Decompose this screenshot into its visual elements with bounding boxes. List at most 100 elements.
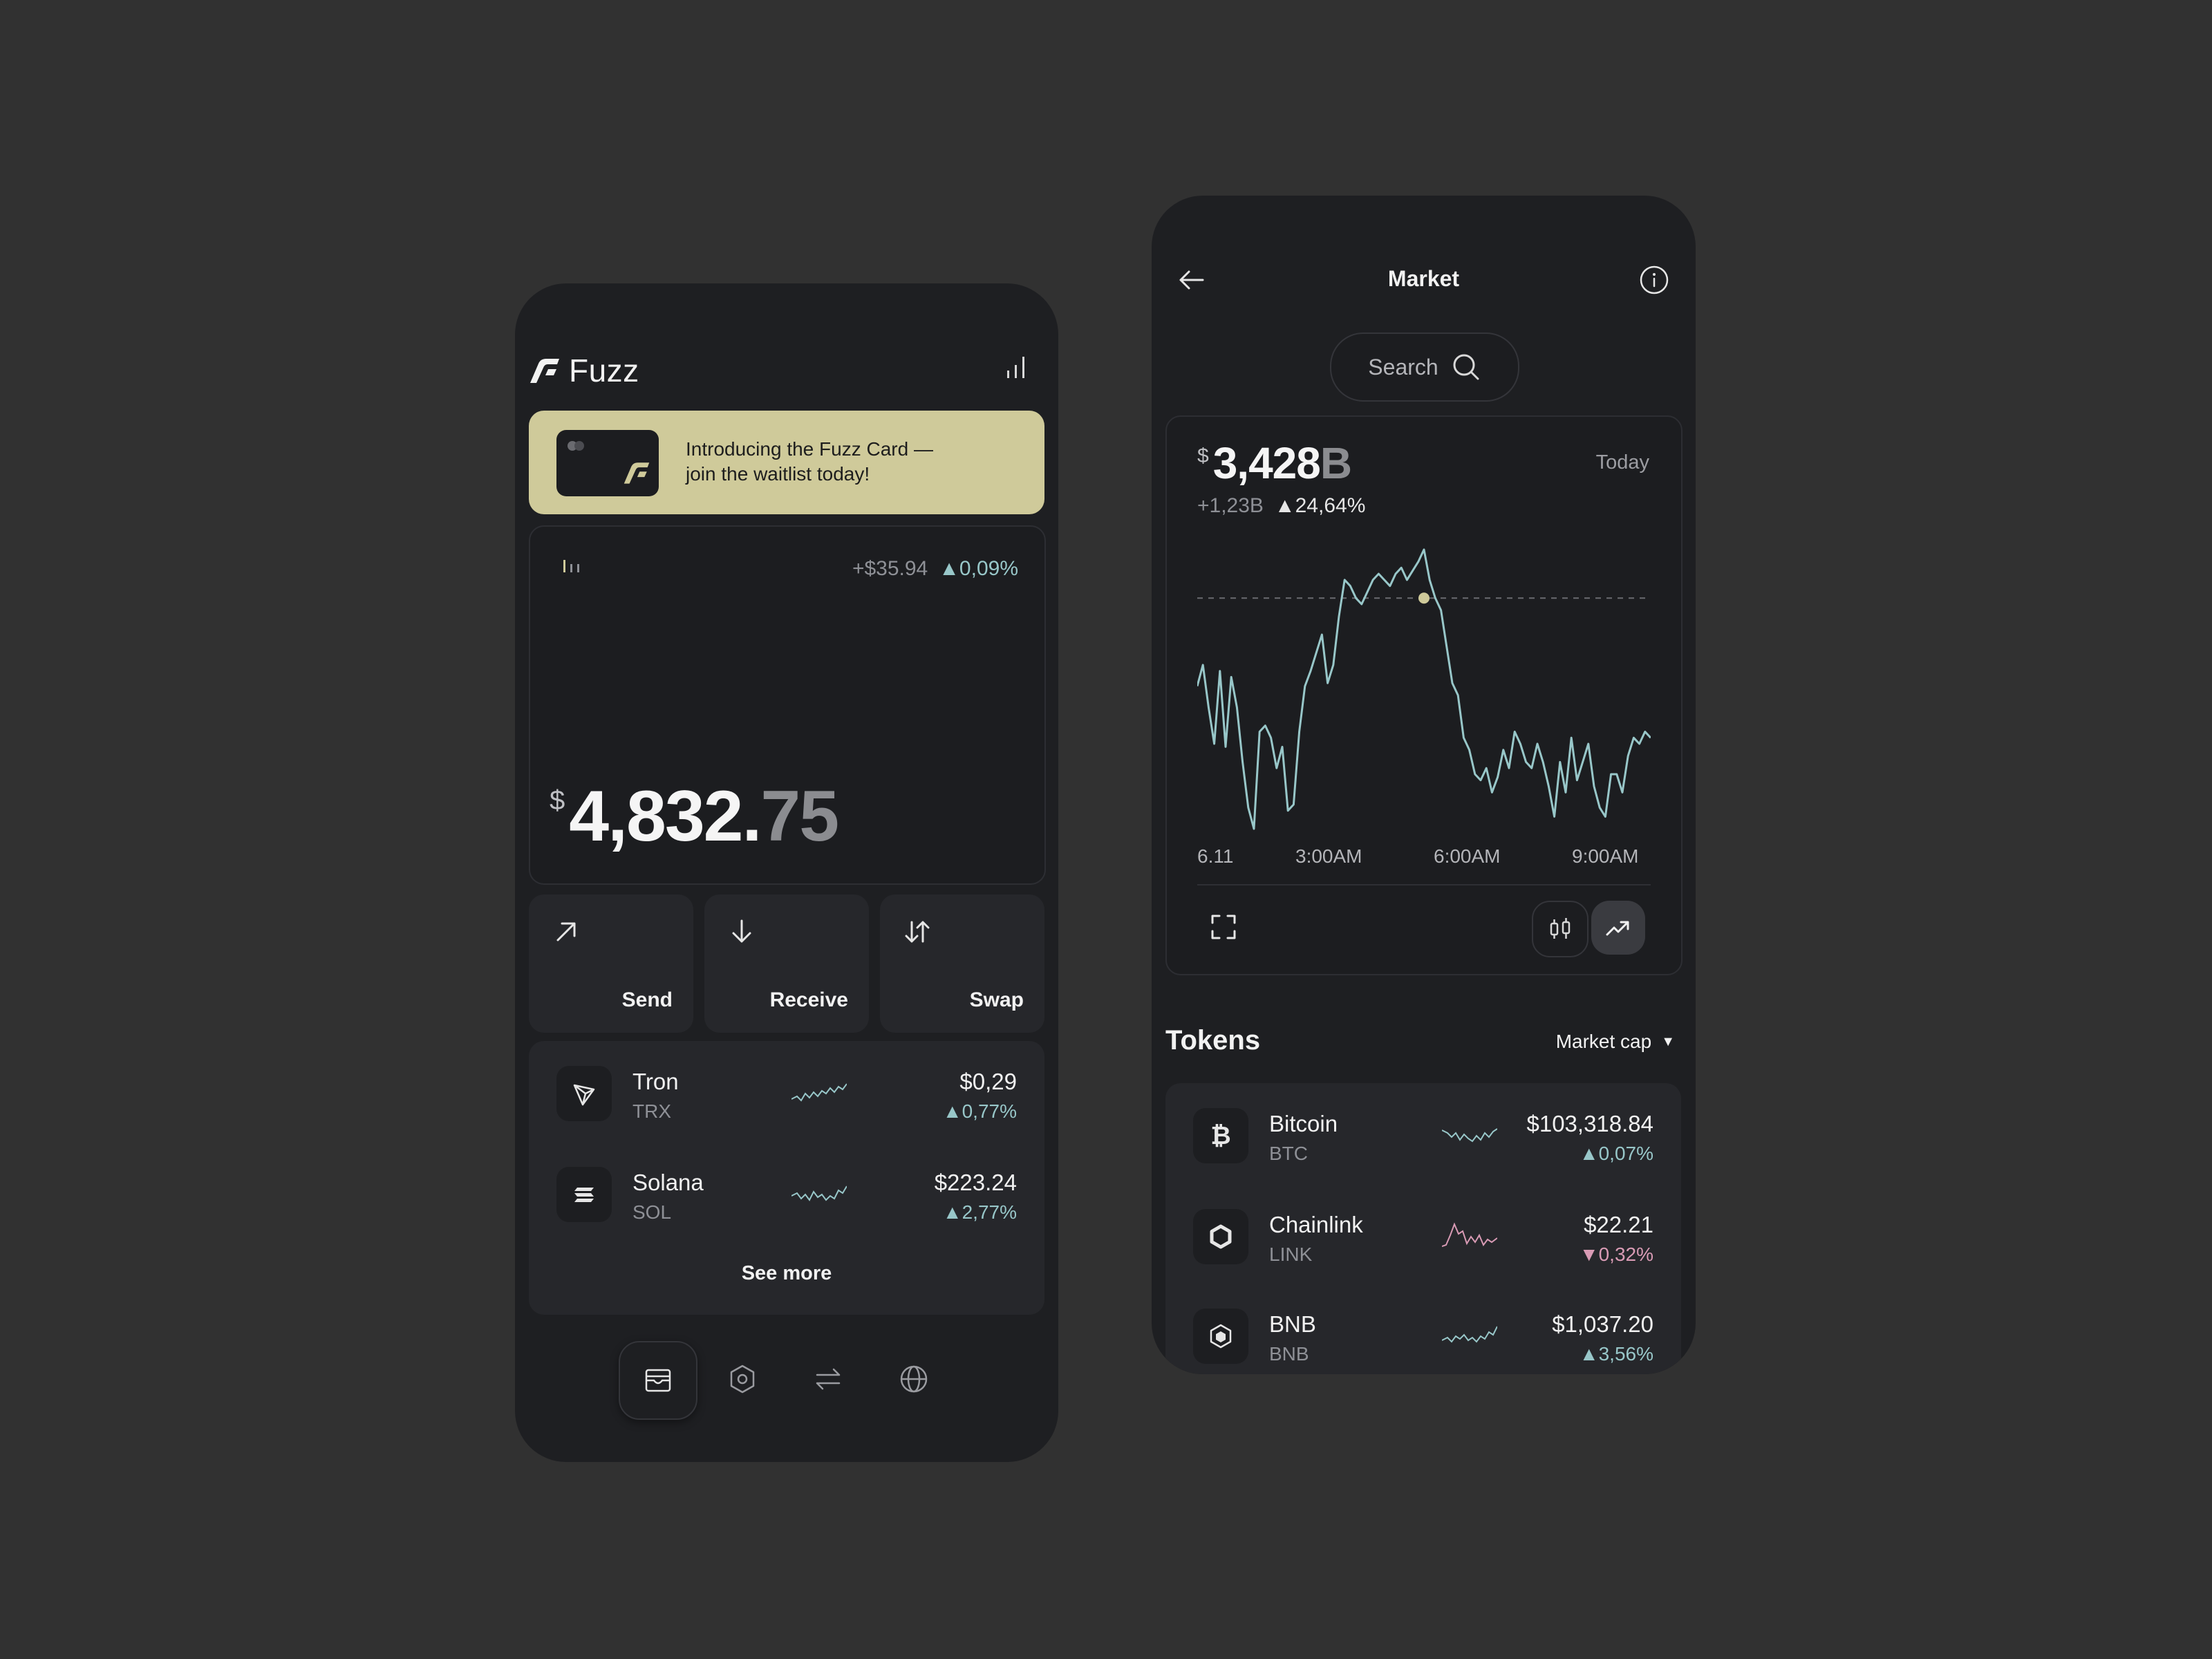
search-button[interactable]: Search [1330, 332, 1519, 402]
token-change: ▲2,77% [942, 1201, 1017, 1223]
wallet-token-list: Tron TRX $0,29 ▲0,77% Solana SOL $223.24… [529, 1041, 1044, 1315]
swap-vertical-icon [905, 921, 930, 943]
market-change-abs: +1,23B [1197, 494, 1264, 517]
x-tick-label: 6.11 [1197, 845, 1234, 867]
search-label: Search [1368, 354, 1438, 379]
token-price: $22.21 [1584, 1212, 1653, 1237]
x-tick-label: 3:00AM [1295, 845, 1362, 867]
trending-up-icon [1606, 921, 1629, 936]
balance-panel: +$35.94 ▲0,09% $ 4,832. 75 [529, 525, 1046, 885]
fuzz-card-promo-banner[interactable]: Introducing the Fuzz Card — join the wai… [529, 411, 1044, 514]
token-change: ▲3,56% [1579, 1343, 1653, 1365]
market-cap-value: $ 3,428 B [1197, 438, 1352, 489]
nav-swap[interactable] [790, 1341, 866, 1417]
sort-label: Market cap [1555, 1031, 1652, 1052]
fuzz-card-image [556, 430, 659, 496]
line-chart-toggle[interactable] [1591, 901, 1645, 955]
token-name: BNB [1269, 1311, 1316, 1337]
market-token-list: ₿ Bitcoin BTC $103,318.84 ▲0,07% Chainli… [1165, 1083, 1681, 1374]
receive-button[interactable]: Receive [704, 894, 869, 1033]
nav-globe[interactable] [876, 1341, 952, 1417]
solana-icon [556, 1167, 612, 1222]
token-name: Solana [632, 1170, 704, 1195]
swap-icon [816, 1368, 841, 1390]
token-name: Chainlink [1269, 1212, 1363, 1237]
bitcoin-icon: ₿ [1193, 1108, 1248, 1163]
period-label[interactable]: Today [1596, 451, 1649, 474]
token-symbol: TRX [632, 1100, 671, 1122]
see-more-link[interactable]: See more [529, 1262, 1044, 1285]
token-price: $103,318.84 [1526, 1111, 1653, 1136]
token-row-solana[interactable]: Solana SOL $223.24 ▲2,77% [529, 1142, 1044, 1239]
market-line-chart[interactable] [1197, 541, 1651, 845]
brand[interactable]: Fuzz [529, 350, 639, 391]
candlestick-toggle[interactable] [1532, 901, 1588, 957]
highlight-point [1418, 592, 1430, 604]
market-value-suffix: B [1320, 438, 1353, 488]
fuzz-logo-icon [530, 359, 559, 383]
balance-decimals: 75 [760, 776, 839, 856]
info-icon[interactable] [1638, 263, 1671, 297]
page-title: Market [1387, 266, 1460, 291]
balance-currency: $ [550, 785, 565, 816]
token-symbol: BNB [1269, 1343, 1309, 1365]
wallet-screen: Fuzz Introducing the Fuzz Card — join th… [515, 283, 1058, 1462]
market-value-number: 3,428 [1212, 438, 1321, 488]
token-price: $1,037.20 [1552, 1311, 1653, 1337]
sparkline-trx [791, 1083, 847, 1102]
sparkline-btc [1442, 1128, 1497, 1143]
market-change: +1,23B ▲24,64% [1197, 494, 1365, 518]
token-symbol: BTC [1269, 1143, 1308, 1164]
token-row-tron[interactable]: Tron TRX $0,29 ▲0,77% [529, 1041, 1044, 1138]
token-row-bnb[interactable]: BNB BNB $1,037.20 ▲3,56% [1165, 1284, 1681, 1374]
arrow-up-right-icon [556, 922, 576, 941]
bnb-icon [1193, 1309, 1248, 1364]
balance-change: +$35.94 ▲0,09% [852, 557, 1018, 581]
market-currency: $ [1197, 444, 1209, 467]
token-change: ▲0,07% [1579, 1143, 1653, 1164]
stats-icon[interactable] [1003, 353, 1031, 380]
token-row-chainlink[interactable]: Chainlink LINK $22.21 ▼0,32% [1165, 1184, 1681, 1281]
candlestick-icon [1550, 918, 1571, 939]
balance-integer: 4,832. [569, 776, 762, 856]
swap-button[interactable]: Swap [880, 894, 1044, 1033]
token-change: ▼0,32% [1579, 1244, 1653, 1265]
receive-label: Receive [769, 988, 848, 1011]
token-price: $223.24 [934, 1170, 1017, 1195]
divider [1197, 884, 1651, 885]
promo-line-2: join the waitlist today! [686, 463, 870, 485]
series-line [1197, 548, 1651, 830]
send-label: Send [621, 988, 673, 1011]
market-chart-panel: $ 3,428 B Today +1,23B ▲24,64% 6.11 3:00… [1165, 415, 1683, 975]
nav-wallet[interactable] [619, 1341, 697, 1420]
chainlink-icon [1193, 1209, 1248, 1264]
total-balance: $ 4,832. 75 [550, 776, 839, 858]
token-row-bitcoin[interactable]: ₿ Bitcoin BTC $103,318.84 ▲0,07% [1165, 1083, 1681, 1180]
sparkline-bnb [1442, 1326, 1497, 1343]
hexagon-icon [730, 1365, 755, 1394]
balance-delta-amount: +$35.94 [852, 557, 928, 580]
fullscreen-icon[interactable] [1208, 912, 1239, 942]
market-change-percent: ▲24,64% [1274, 494, 1366, 517]
token-symbol: SOL [632, 1201, 672, 1223]
sparkline-sol [791, 1185, 847, 1201]
token-price: $0,29 [959, 1069, 1017, 1094]
arrow-down-icon [732, 919, 751, 943]
card-chip-icon [568, 441, 584, 451]
brand-name: Fuzz [569, 353, 639, 388]
x-tick-label: 9:00AM [1572, 845, 1639, 867]
send-button[interactable]: Send [529, 894, 693, 1033]
token-name: Bitcoin [1269, 1111, 1338, 1136]
search-icon [1453, 354, 1479, 380]
nav-hexagon[interactable] [704, 1341, 780, 1417]
sort-dropdown[interactable]: Market cap ▼ [1556, 1031, 1675, 1053]
token-symbol: LINK [1269, 1244, 1313, 1265]
card-logo-icon [624, 462, 650, 484]
market-screen: Market Search $ 3,428 B Today +1,23B ▲24… [1152, 196, 1696, 1374]
mini-bars-icon [563, 560, 579, 572]
token-name: Tron [632, 1069, 679, 1094]
wallet-icon [645, 1369, 671, 1392]
balance-delta-percent: ▲0,09% [939, 557, 1018, 580]
token-change: ▲0,77% [942, 1100, 1017, 1122]
tokens-heading: Tokens [1165, 1025, 1261, 1056]
